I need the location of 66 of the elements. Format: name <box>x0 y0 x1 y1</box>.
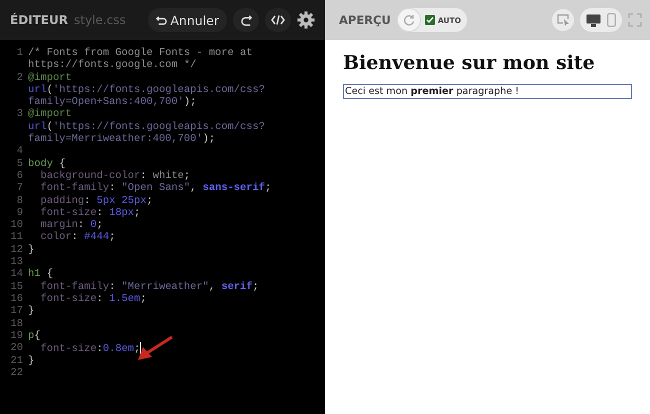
code-button[interactable] <box>265 8 291 32</box>
redo-icon <box>240 14 252 26</box>
line-number: 6 <box>16 170 24 182</box>
line-number: 5 <box>16 158 24 170</box>
preview-title: APERÇU <box>339 13 391 27</box>
code-line: margin: 0; <box>39 219 103 232</box>
code-line: h1 { <box>28 268 53 281</box>
line-number: 18 <box>10 318 24 330</box>
code-line: family=Open+Sans:400,700'); <box>28 96 198 108</box>
line-number: 9 <box>16 206 24 220</box>
code-line: font-size: 1.5em; <box>39 292 147 306</box>
file-name: style.css <box>74 13 126 27</box>
line-number: 12 <box>10 244 24 256</box>
line-number: 10 <box>10 219 24 232</box>
line-number: 8 <box>16 194 24 207</box>
fullscreen-icon <box>628 13 642 27</box>
mobile-icon <box>607 13 616 27</box>
editor-title: ÉDITEUR <box>10 13 68 27</box>
line-number: 11 <box>10 231 24 244</box>
refresh-icon <box>402 14 415 26</box>
code-icon <box>271 15 285 25</box>
line-number: 13 <box>10 256 24 268</box>
line-number: 19 <box>10 330 24 342</box>
code-line: } <box>28 305 34 318</box>
code-line: font-size: 18px; <box>39 206 140 220</box>
undo-icon <box>156 14 168 26</box>
code-line: } <box>28 355 34 368</box>
code-line: url('https://fonts.googleapis.com/css? <box>28 120 265 134</box>
code-line: } <box>28 244 34 256</box>
cursor-select-icon <box>556 14 570 26</box>
page-paragraph: Ceci est mon premier paragraphe ! <box>343 84 632 99</box>
line-number: 20 <box>10 342 24 356</box>
settings-icon <box>297 11 315 29</box>
code-line: font-family: "Merriweather", serif; <box>39 280 259 293</box>
code-line: padding: 5px 25px; <box>39 194 153 207</box>
text-cursor <box>140 342 142 354</box>
line-number: 15 <box>10 280 24 293</box>
line-number: 16 <box>10 292 24 306</box>
code-line: family=Merriweather:400,700'); <box>28 133 216 146</box>
code-line: color: #444; <box>39 231 116 244</box>
line-number: 22 <box>10 367 24 380</box>
code-line: https://fonts.google.com */ <box>28 59 198 72</box>
line-number: 21 <box>10 355 24 368</box>
line-number: 1 <box>16 47 24 61</box>
code-line: p{ <box>28 330 40 342</box>
code-line: /* Fonts from Google Fonts - more at <box>28 47 252 60</box>
code-line: @import <box>28 108 73 121</box>
code-line: @import <box>28 72 73 84</box>
undo-button[interactable]: Annuler <box>148 8 227 32</box>
settings-button[interactable] <box>297 11 315 29</box>
code-line: body { <box>28 158 66 170</box>
line-number: 17 <box>10 305 24 318</box>
code-line: background-color: white; <box>39 170 190 182</box>
line-number: 14 <box>10 268 24 281</box>
line-number: 7 <box>16 182 24 195</box>
desktop-icon <box>586 14 601 26</box>
annotation-arrow <box>138 336 173 360</box>
code-line: url('https://fonts.googleapis.com/css? <box>28 84 265 96</box>
line-number: 4 <box>16 145 24 158</box>
device-button[interactable] <box>586 14 601 26</box>
line-number: 2 <box>16 72 24 86</box>
code-line: font-family: "Open Sans", sans-serif; <box>39 182 272 195</box>
code-line: font-size:0.8em; <box>39 342 142 356</box>
line-number: 3 <box>16 108 24 122</box>
redo-button[interactable] <box>233 8 259 32</box>
page-heading: Bienvenue sur mon site <box>343 52 596 74</box>
